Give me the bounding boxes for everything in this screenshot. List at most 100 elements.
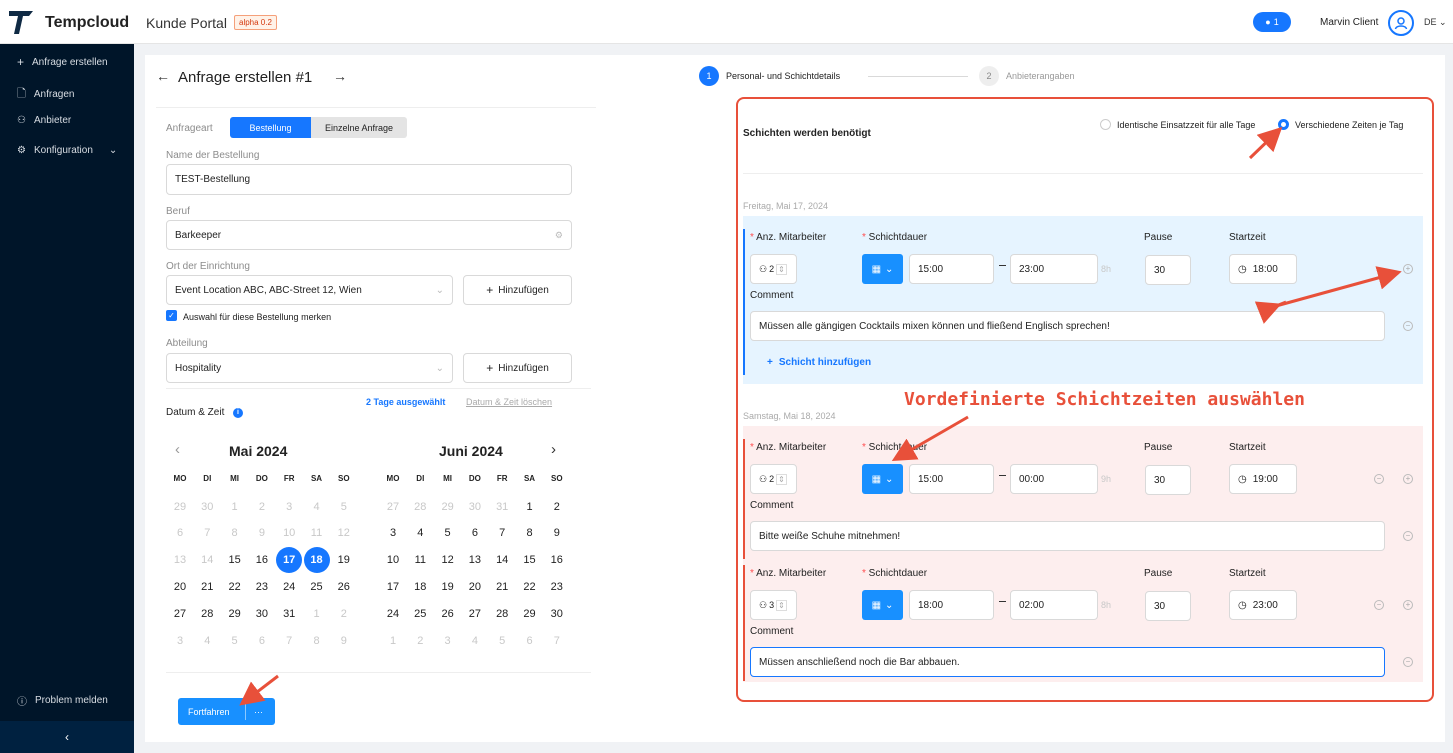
calendar-day[interactable]: 5 bbox=[222, 628, 248, 654]
calendar-day[interactable]: 4 bbox=[407, 520, 433, 546]
calendar-day[interactable]: 11 bbox=[304, 520, 330, 546]
add-department-button[interactable]: + Hinzufügen bbox=[463, 353, 572, 383]
step-1-badge[interactable]: 1 bbox=[699, 66, 719, 86]
calendar-day[interactable]: 3 bbox=[380, 520, 406, 546]
comment-input[interactable]: Bitte weiße Schuhe mitnehmen! bbox=[750, 521, 1385, 551]
radio-different-label[interactable]: Verschiedene Zeiten je Tag bbox=[1295, 120, 1403, 130]
remove-comment-icon[interactable]: − bbox=[1403, 657, 1413, 667]
preset-time-button[interactable]: ▦ ⌄ bbox=[862, 254, 903, 284]
calendar-day[interactable]: 8 bbox=[517, 520, 543, 546]
start-time-input[interactable]: ◷ 23:00 bbox=[1229, 590, 1297, 620]
calendar-day[interactable]: 10 bbox=[380, 547, 406, 573]
calendar-day[interactable]: 6 bbox=[249, 628, 275, 654]
calendar-day[interactable]: 27 bbox=[462, 601, 488, 627]
calendar-day[interactable]: 4 bbox=[194, 628, 220, 654]
location-select[interactable]: Event Location ABC, ABC-Street 12, Wien … bbox=[166, 275, 453, 305]
calendar-day[interactable]: 4 bbox=[462, 628, 488, 654]
remove-row-icon[interactable]: − bbox=[1374, 600, 1384, 610]
calendar-day[interactable]: 6 bbox=[167, 520, 193, 546]
calendar-day[interactable]: 6 bbox=[462, 520, 488, 546]
calendar-day[interactable]: 27 bbox=[167, 601, 193, 627]
preset-time-button[interactable]: ▦ ⌄ bbox=[862, 464, 903, 494]
calendar-day[interactable]: 24 bbox=[276, 574, 302, 600]
calendar-day[interactable]: 7 bbox=[194, 520, 220, 546]
step-1-label[interactable]: Personal- und Schichtdetails bbox=[726, 71, 840, 81]
sidebar-collapse-button[interactable]: ‹ bbox=[0, 721, 134, 753]
calendar-day[interactable]: 18 bbox=[303, 547, 330, 573]
calendar-day[interactable]: 9 bbox=[544, 520, 570, 546]
calendar-day[interactable]: 29 bbox=[167, 494, 193, 520]
calendar-day[interactable]: 12 bbox=[435, 547, 461, 573]
step-2-label[interactable]: Anbieterangaben bbox=[1006, 71, 1075, 81]
calendar-day[interactable]: 30 bbox=[462, 494, 488, 520]
submit-button[interactable]: Fortfahren ··· bbox=[178, 698, 275, 725]
calendar-day[interactable]: 7 bbox=[276, 628, 302, 654]
calendar-day[interactable]: 20 bbox=[462, 574, 488, 600]
calendar-day[interactable]: 29 bbox=[517, 601, 543, 627]
calendar-day[interactable]: 23 bbox=[544, 574, 570, 600]
calendar-day[interactable]: 25 bbox=[407, 601, 433, 627]
stepper-icon[interactable]: ⇕ bbox=[776, 473, 787, 485]
problem-melden-link[interactable]: ⓘ Problem melden bbox=[17, 693, 108, 708]
calendar-day[interactable]: 31 bbox=[489, 494, 515, 520]
user-name[interactable]: Marvin Client bbox=[1320, 17, 1378, 28]
calendar-day[interactable]: 30 bbox=[544, 601, 570, 627]
calendar-day[interactable]: 17 bbox=[380, 574, 406, 600]
back-arrow-icon[interactable]: ← bbox=[156, 68, 170, 84]
shift-to-input[interactable]: 00:00 bbox=[1010, 464, 1098, 494]
break-input[interactable]: 30 bbox=[1145, 465, 1191, 495]
info-icon[interactable]: i bbox=[233, 408, 243, 418]
calendar-day[interactable]: 2 bbox=[331, 601, 357, 627]
employees-stepper[interactable]: ⚇ 3 ⇕ bbox=[750, 590, 797, 620]
calendar-day[interactable]: 1 bbox=[304, 601, 330, 627]
calendar-day[interactable]: 24 bbox=[380, 601, 406, 627]
calendar-day[interactable]: 19 bbox=[331, 547, 357, 573]
calendar-day[interactable]: 3 bbox=[435, 628, 461, 654]
calendar-day[interactable]: 1 bbox=[222, 494, 248, 520]
calendar-day[interactable]: 16 bbox=[544, 547, 570, 573]
forward-arrow-icon[interactable]: → bbox=[333, 68, 347, 84]
shift-from-input[interactable]: 18:00 bbox=[909, 590, 994, 620]
calendar-day[interactable]: 13 bbox=[167, 547, 193, 573]
calendar-day[interactable]: 3 bbox=[167, 628, 193, 654]
calendar-day[interactable]: 26 bbox=[435, 601, 461, 627]
calendar-day[interactable]: 31 bbox=[276, 601, 302, 627]
sidebar-item-anfragen[interactable]: 🗋 Anfragen bbox=[17, 85, 74, 104]
chevron-right-icon[interactable]: › bbox=[551, 441, 556, 458]
department-select[interactable]: Hospitality ⌄ bbox=[166, 353, 453, 383]
calendar-day[interactable]: 17 bbox=[276, 547, 303, 573]
calendar-day[interactable]: 5 bbox=[489, 628, 515, 654]
sidebar-item-anfrage-erstellen[interactable]: + Anfrage erstellen bbox=[17, 55, 108, 69]
calendar-day[interactable]: 22 bbox=[222, 574, 248, 600]
chevron-left-icon[interactable]: ‹ bbox=[175, 441, 180, 458]
calendar-day[interactable]: 1 bbox=[517, 494, 543, 520]
calendar-day[interactable]: 12 bbox=[331, 520, 357, 546]
calendar-day[interactable]: 2 bbox=[544, 494, 570, 520]
calendar-day[interactable]: 28 bbox=[194, 601, 220, 627]
calendar-day[interactable]: 16 bbox=[249, 547, 275, 573]
calendar-day[interactable]: 10 bbox=[276, 520, 302, 546]
calendar-day[interactable]: 15 bbox=[517, 547, 543, 573]
calendar-day[interactable]: 28 bbox=[489, 601, 515, 627]
add-shift-link[interactable]: + Schicht hinzufügen bbox=[767, 357, 871, 368]
calendar-day[interactable]: 26 bbox=[331, 574, 357, 600]
calendar-day[interactable]: 6 bbox=[517, 628, 543, 654]
language-selector[interactable]: DE ⌄ bbox=[1424, 17, 1447, 28]
employees-stepper[interactable]: ⚇ 2 ⇕ bbox=[750, 464, 797, 494]
stepper-icon[interactable]: ⇕ bbox=[776, 263, 787, 275]
calendar-day[interactable]: 11 bbox=[407, 547, 433, 573]
calendar-day[interactable]: 1 bbox=[380, 628, 406, 654]
calendar-day[interactable]: 15 bbox=[222, 547, 248, 573]
calendar-day[interactable]: 19 bbox=[435, 574, 461, 600]
clear-dates-link[interactable]: Datum & Zeit löschen bbox=[466, 397, 552, 407]
break-input[interactable]: 30 bbox=[1145, 255, 1191, 285]
calendar-day[interactable]: 2 bbox=[407, 628, 433, 654]
order-name-input[interactable]: TEST-Bestellung bbox=[166, 164, 572, 195]
calendar-day[interactable]: 3 bbox=[276, 494, 302, 520]
calendar-day[interactable]: 8 bbox=[304, 628, 330, 654]
calendar-day[interactable]: 18 bbox=[407, 574, 433, 600]
calendar-day[interactable]: 21 bbox=[489, 574, 515, 600]
calendar-day[interactable]: 9 bbox=[331, 628, 357, 654]
sidebar-item-anbieter[interactable]: ⚇ Anbieter bbox=[17, 115, 71, 126]
add-row-icon[interactable]: + bbox=[1403, 600, 1413, 610]
